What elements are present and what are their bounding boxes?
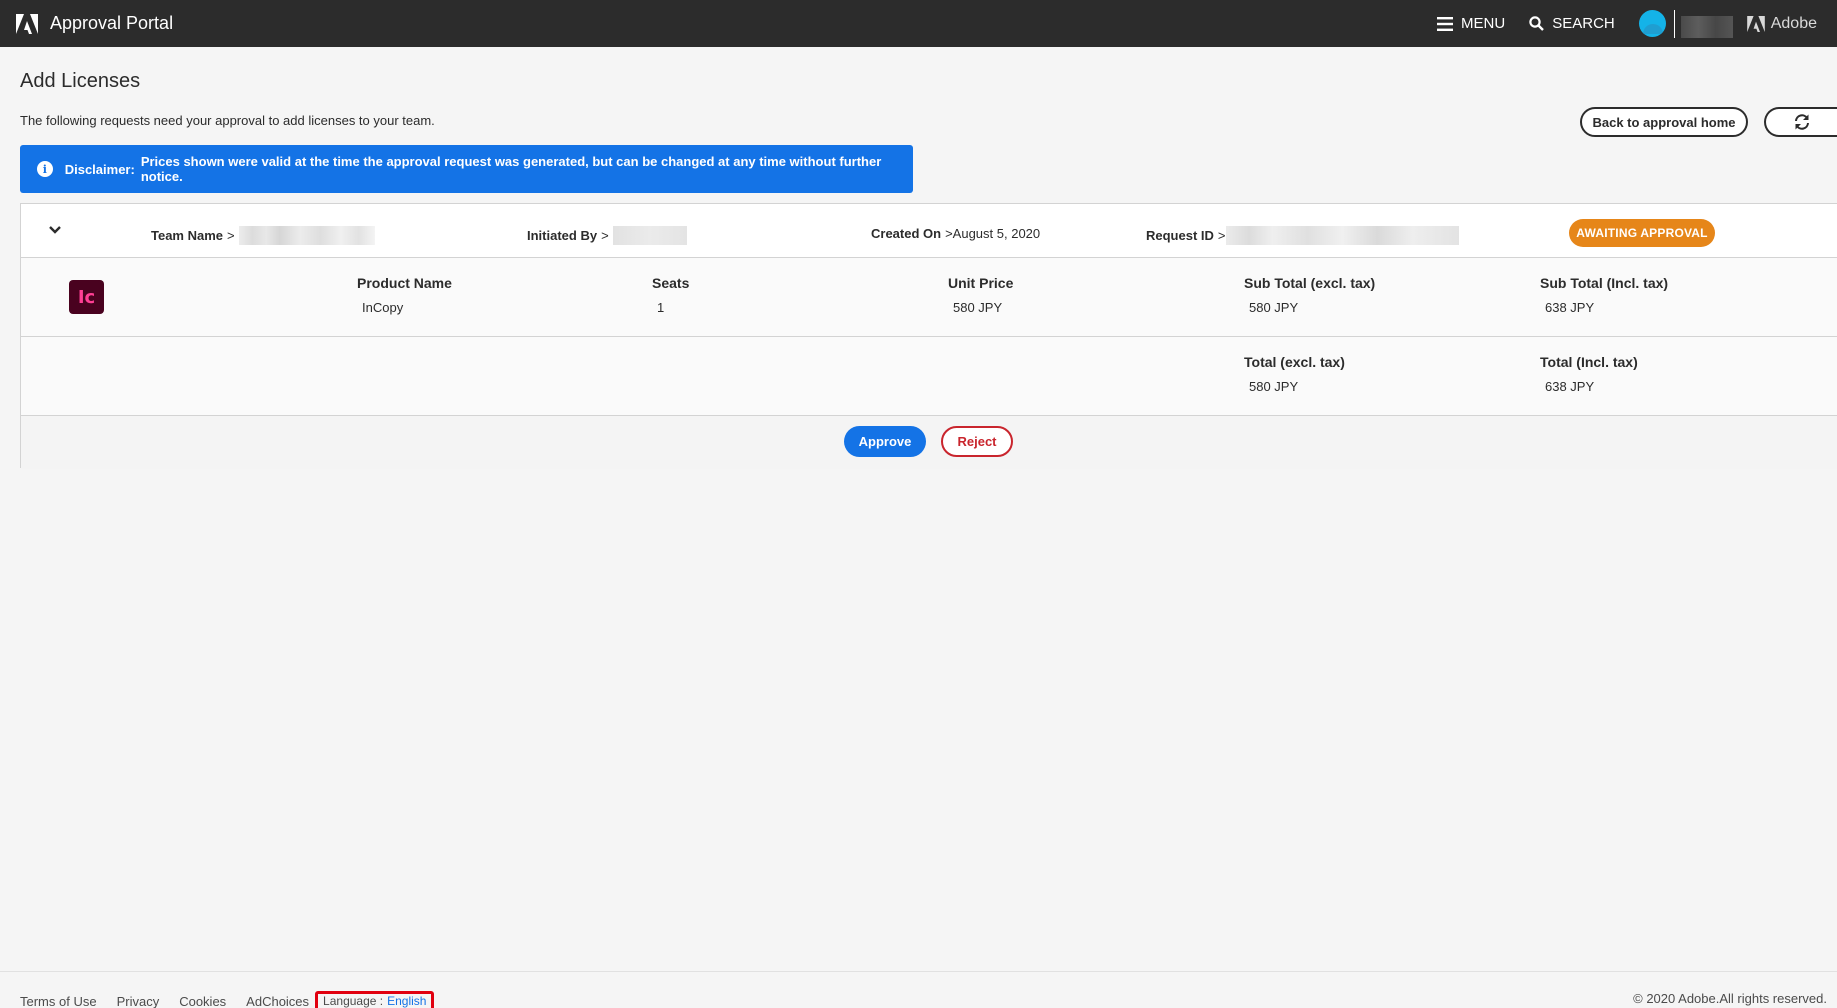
brand[interactable]: Approval Portal bbox=[16, 0, 173, 47]
initiated-by-field: Initiated By > bbox=[527, 226, 687, 245]
created-on-value: August 5, 2020 bbox=[952, 226, 1041, 241]
hamburger-icon bbox=[1437, 16, 1454, 31]
seats-column: Seats 1 bbox=[652, 275, 689, 315]
product-name-column: Product Name InCopy bbox=[357, 275, 452, 315]
back-to-approval-home-button[interactable]: Back to approval home bbox=[1580, 107, 1748, 137]
unit-price-column: Unit Price 580 JPY bbox=[948, 275, 1013, 315]
menu-label: MENU bbox=[1461, 15, 1506, 32]
menu-button[interactable]: MENU bbox=[1437, 15, 1505, 32]
page-title: Add Licenses bbox=[20, 70, 141, 92]
chevron-down-icon[interactable] bbox=[45, 220, 65, 240]
team-name-label: Team Name bbox=[151, 228, 224, 243]
top-bar: Approval Portal MENU SEARCH Adobe bbox=[0, 0, 1837, 47]
product-name-label: Product Name bbox=[357, 275, 452, 291]
language-selector[interactable]: Language : English bbox=[315, 991, 435, 1008]
totals-row: Total (excl. tax) 580 JPY Total (Incl. t… bbox=[21, 337, 1837, 416]
product-name-value: InCopy bbox=[362, 300, 404, 315]
total-excl-column: Total (excl. tax) 580 JPY bbox=[1244, 354, 1345, 394]
team-name-field: Team Name > bbox=[151, 226, 375, 245]
request-id-redacted bbox=[1225, 226, 1459, 245]
subtotal-incl-column: Sub Total (Incl. tax) 638 JPY bbox=[1540, 275, 1668, 315]
search-icon bbox=[1529, 16, 1545, 31]
total-excl-label: Total (excl. tax) bbox=[1244, 354, 1345, 370]
top-nav: MENU SEARCH Adobe bbox=[1437, 0, 1837, 47]
reject-button[interactable]: Reject bbox=[941, 426, 1013, 457]
total-incl-column: Total (Incl. tax) 638 JPY bbox=[1540, 354, 1638, 394]
unit-price-label: Unit Price bbox=[948, 275, 1014, 291]
cookies-link[interactable]: Cookies bbox=[179, 994, 226, 1008]
adchoices-link[interactable]: AdChoices bbox=[246, 994, 309, 1008]
subtotal-incl-value: 638 JPY bbox=[1545, 300, 1595, 315]
refresh-icon bbox=[1794, 114, 1809, 130]
subtotal-incl-label: Sub Total (Incl. tax) bbox=[1540, 275, 1669, 291]
adobe-logo-icon bbox=[1746, 15, 1765, 32]
footer-links: Terms of Use Privacy Cookies AdChoices L… bbox=[20, 991, 435, 1008]
divider bbox=[1673, 9, 1675, 38]
separator: > bbox=[601, 228, 609, 243]
request-id-label: Request ID bbox=[1146, 228, 1214, 243]
language-label: Language : bbox=[323, 994, 384, 1008]
created-on-field: Created On > August 5, 2020 bbox=[871, 226, 1040, 241]
team-name-redacted bbox=[238, 226, 375, 245]
user-name-redacted[interactable] bbox=[1680, 15, 1733, 38]
disclaimer-banner: i Disclaimer: Prices shown were valid at… bbox=[20, 145, 913, 193]
total-incl-value: 638 JPY bbox=[1545, 379, 1595, 394]
total-incl-label: Total (Incl. tax) bbox=[1540, 354, 1638, 370]
seats-label: Seats bbox=[652, 275, 690, 291]
created-on-label: Created On bbox=[871, 226, 942, 241]
unit-price-value: 580 JPY bbox=[953, 300, 1003, 315]
seats-value: 1 bbox=[657, 300, 665, 315]
subtotal-excl-value: 580 JPY bbox=[1249, 300, 1299, 315]
copyright: © 2020 Adobe.All rights reserved. bbox=[1633, 991, 1827, 1006]
adobe-link[interactable]: Adobe bbox=[1746, 14, 1817, 33]
adobe-label: Adobe bbox=[1770, 14, 1817, 32]
initiated-by-redacted bbox=[612, 226, 687, 245]
disclaimer-text: Prices shown were valid at the time the … bbox=[140, 154, 882, 184]
separator: > bbox=[1217, 228, 1226, 243]
app-title: Approval Portal bbox=[50, 13, 174, 33]
avatar[interactable] bbox=[1638, 10, 1666, 37]
incopy-app-icon: Ic bbox=[69, 280, 104, 314]
request-id-field: Request ID > bbox=[1146, 226, 1459, 245]
subtotal-excl-column: Sub Total (excl. tax) 580 JPY bbox=[1244, 275, 1375, 315]
privacy-link[interactable]: Privacy bbox=[117, 994, 160, 1008]
page-subtitle: The following requests need your approva… bbox=[20, 113, 435, 128]
refresh-button[interactable] bbox=[1764, 107, 1837, 137]
status-badge: AWAITING APPROVAL bbox=[1569, 219, 1715, 247]
request-header: Team Name > Initiated By > Created On > … bbox=[21, 204, 1837, 258]
footer: Terms of Use Privacy Cookies AdChoices L… bbox=[0, 971, 1837, 1008]
adobe-logo-icon bbox=[16, 13, 38, 34]
separator: > bbox=[945, 226, 953, 241]
request-card: Team Name > Initiated By > Created On > … bbox=[20, 203, 1837, 469]
product-row: Ic Product Name InCopy Seats 1 Unit Pric… bbox=[21, 258, 1837, 337]
actions-row: Approve Reject bbox=[21, 416, 1837, 469]
initiated-by-label: Initiated By bbox=[527, 228, 598, 243]
info-icon: i bbox=[37, 161, 53, 177]
disclaimer-label: Disclaimer: bbox=[64, 161, 135, 177]
language-value[interactable]: English bbox=[387, 994, 426, 1008]
subtotal-excl-label: Sub Total (excl. tax) bbox=[1244, 275, 1376, 291]
total-excl-value: 580 JPY bbox=[1249, 379, 1299, 394]
approve-button[interactable]: Approve bbox=[844, 426, 926, 457]
search-label: SEARCH bbox=[1552, 15, 1615, 32]
terms-of-use-link[interactable]: Terms of Use bbox=[20, 994, 97, 1008]
separator: > bbox=[227, 228, 235, 243]
search-button[interactable]: SEARCH bbox=[1529, 15, 1615, 32]
